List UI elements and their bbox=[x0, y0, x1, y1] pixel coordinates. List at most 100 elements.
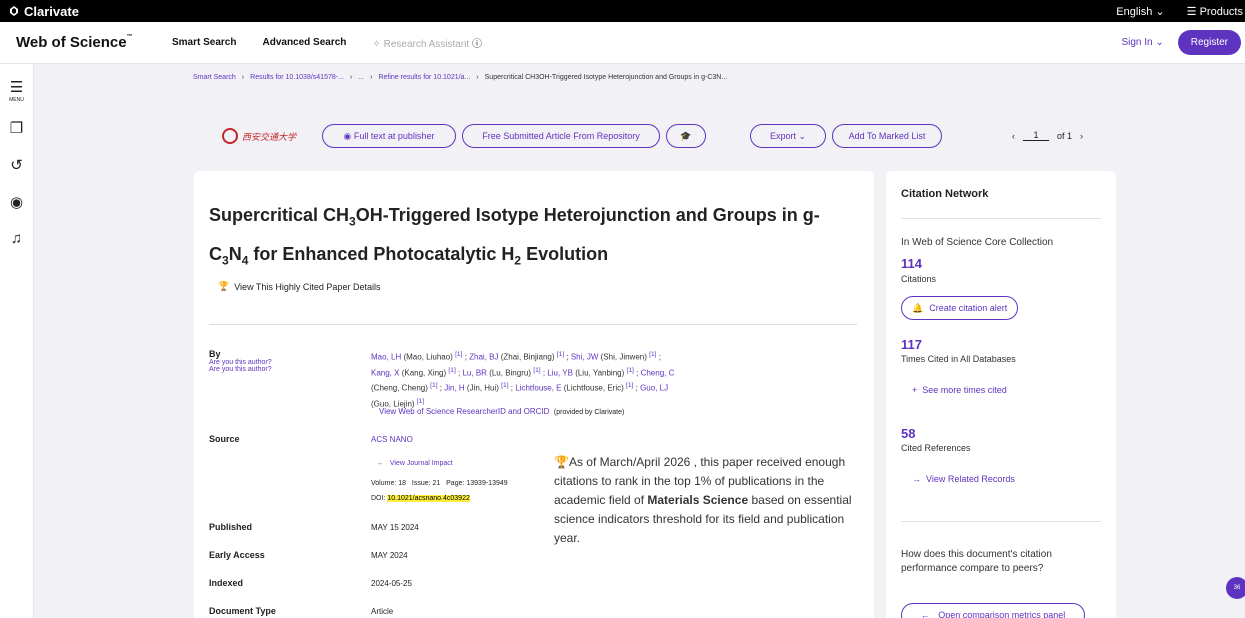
repository-button[interactable]: 🎓 bbox=[666, 124, 706, 148]
trophy-icon: 🏆 bbox=[218, 281, 230, 291]
times-cited-count[interactable]: 117 bbox=[901, 337, 922, 352]
doi-value[interactable]: 10.1021/acsnano.4c03922 bbox=[387, 495, 470, 502]
bell-icon: 🔔 bbox=[912, 302, 924, 313]
affiliation-marker[interactable]: [1] bbox=[417, 398, 424, 405]
divider bbox=[901, 521, 1101, 522]
author-link[interactable]: Lichtfouse, E bbox=[515, 384, 561, 393]
highly-cited-note: 🏆As of March/April 2026 , this paper rec… bbox=[554, 455, 852, 545]
trophy-icon: 🏆 bbox=[554, 455, 569, 469]
citations-count[interactable]: 114 bbox=[901, 256, 922, 271]
affiliation-marker[interactable]: [1] bbox=[501, 382, 508, 389]
next-page-icon[interactable]: › bbox=[1080, 131, 1083, 141]
clarivate-icon bbox=[10, 6, 18, 16]
sign-in-menu[interactable]: Sign In ⌄ bbox=[1121, 37, 1163, 48]
university-logo[interactable]: 西安交通大学 bbox=[222, 128, 322, 144]
language-select[interactable]: English ⌄ bbox=[1116, 5, 1164, 18]
are-you-author-text: Are you this author? bbox=[209, 359, 272, 366]
alerts-button[interactable]: ♫ bbox=[0, 220, 34, 257]
sign-in-label: Sign In bbox=[1121, 37, 1153, 48]
nav-smart-search[interactable]: Smart Search bbox=[172, 37, 236, 48]
author-link[interactable]: Shi, JW bbox=[571, 353, 599, 362]
profile-button[interactable]: ◉ bbox=[0, 183, 34, 220]
menu-button[interactable]: ☰ MENU bbox=[0, 72, 34, 109]
author-fullname: (Jin, Hui) bbox=[466, 383, 499, 393]
affiliation-marker[interactable]: [1] bbox=[448, 367, 455, 374]
author-fullname: (Mao, Liuhao) bbox=[403, 352, 453, 362]
full-text-label: Full text at publisher bbox=[353, 131, 435, 141]
notification-badge[interactable]: 36 bbox=[1226, 577, 1245, 599]
menu-icon: ☰ bbox=[9, 79, 24, 96]
add-marked-list-button[interactable]: Add To Marked List bbox=[832, 124, 942, 148]
affiliation-marker[interactable]: [1] bbox=[627, 367, 634, 374]
author-fullname: (Lu, Bingru) bbox=[489, 368, 531, 378]
indexed-label: Indexed bbox=[209, 578, 244, 588]
source-journal[interactable]: ACS NANO bbox=[371, 435, 413, 444]
breadcrumb-refine[interactable]: Refine results for 10.1021/a... bbox=[378, 74, 470, 81]
author-link[interactable]: Lu, BR bbox=[462, 368, 486, 377]
researcher-id-link[interactable]: View Web of Science ResearcherID and ORC… bbox=[379, 407, 549, 416]
cited-references-count[interactable]: 58 bbox=[901, 426, 915, 441]
full-text-button[interactable]: ◉ Full text at publisher bbox=[322, 124, 456, 148]
author-link[interactable]: Jin, H bbox=[444, 384, 464, 393]
wos-logo[interactable]: Web of Science™ bbox=[16, 34, 172, 51]
products-menu[interactable]: ☰ Products bbox=[1187, 5, 1243, 18]
nav-research-assistant[interactable]: ✧ Research Assistant ⓘ bbox=[372, 35, 482, 50]
register-button[interactable]: Register bbox=[1177, 30, 1241, 55]
history-button[interactable]: ↺ bbox=[0, 146, 34, 183]
export-button[interactable]: Export ⌄ bbox=[750, 124, 826, 148]
affiliation-marker[interactable]: [1] bbox=[430, 382, 437, 389]
are-you-author-link[interactable]: Are you this author? Are you this author? bbox=[209, 359, 272, 373]
clarivate-logo[interactable]: Clarivate bbox=[8, 4, 79, 19]
author-link[interactable]: Mao, LH bbox=[371, 353, 401, 362]
open-comparison-panel-button[interactable]: ← Open comparison metrics panel bbox=[901, 603, 1085, 618]
nav-advanced-search[interactable]: Advanced Search bbox=[262, 37, 346, 48]
published-label: Published bbox=[209, 522, 253, 532]
affiliation-marker[interactable]: [1] bbox=[557, 351, 564, 358]
page-input[interactable]: 1 bbox=[1023, 130, 1049, 141]
record-title: Supercritical CH3OH-Triggered Isotype He… bbox=[209, 205, 820, 268]
breadcrumb-results[interactable]: Results for 10.1038/s41578-... bbox=[250, 74, 344, 81]
create-citation-alert-button[interactable]: 🔔 Create citation alert bbox=[901, 296, 1019, 320]
breadcrumb-smart-search[interactable]: Smart Search bbox=[193, 74, 236, 81]
free-submitted-button[interactable]: Free Submitted Article From Repository bbox=[462, 124, 660, 148]
author-link[interactable]: Guo, LJ bbox=[640, 384, 668, 393]
researcher-id-row: View Web of Science ResearcherID and ORC… bbox=[379, 407, 624, 416]
author-link[interactable]: Liu, YB bbox=[547, 368, 573, 377]
early-access-date: MAY 2024 bbox=[371, 551, 408, 560]
journal-impact-link[interactable]: ← View Journal Impact bbox=[377, 460, 453, 467]
view-related-records-link[interactable]: → View Related Records bbox=[912, 474, 1015, 484]
affiliation-marker[interactable]: [1] bbox=[533, 367, 540, 374]
prev-page-icon[interactable]: ‹ bbox=[1012, 131, 1015, 141]
breadcrumb-current: Supercritical CH3OH-Triggered Isotype He… bbox=[484, 74, 728, 81]
view-related-label: View Related Records bbox=[926, 474, 1015, 484]
core-collection-label: In Web of Science Core Collection bbox=[901, 237, 1054, 248]
info-icon[interactable]: ⓘ bbox=[472, 39, 482, 50]
affiliation-marker[interactable]: [1] bbox=[455, 351, 462, 358]
author-link[interactable]: Cheng, C bbox=[641, 368, 675, 377]
author-link[interactable]: Zhai, BJ bbox=[469, 353, 498, 362]
chevron-down-icon: ⌄ bbox=[1155, 5, 1165, 18]
author-link[interactable]: Kang, X bbox=[371, 368, 399, 377]
wos-logo-text: Web of Science bbox=[16, 34, 127, 51]
see-more-label: See more times cited bbox=[922, 385, 1007, 395]
top-bar: Clarivate English ⌄ ☰ Products bbox=[0, 0, 1245, 22]
highly-cited-link[interactable]: 🏆 View This Highly Cited Paper Details bbox=[218, 281, 380, 292]
see-more-times-cited-link[interactable]: + See more times cited bbox=[912, 385, 1007, 395]
research-assistant-label: Research Assistant bbox=[383, 39, 470, 50]
bookmark-icon: ❐ bbox=[9, 119, 24, 137]
affiliation-marker[interactable]: [1] bbox=[649, 351, 656, 358]
journal-impact-label: View Journal Impact bbox=[389, 460, 453, 467]
source-label: Source bbox=[209, 434, 240, 444]
indexed-date: 2024-05-25 bbox=[371, 579, 412, 588]
author-fullname: (Cheng, Cheng) bbox=[371, 383, 428, 393]
divider bbox=[901, 218, 1101, 219]
bell-icon: ♫ bbox=[10, 230, 23, 247]
by-label: By bbox=[209, 349, 221, 359]
record-pager: ‹ 1 of 1 › bbox=[1012, 130, 1083, 141]
published-date: MAY 15 2024 bbox=[371, 523, 419, 532]
affiliation-marker[interactable]: [1] bbox=[626, 382, 633, 389]
times-cited-label: Times Cited in All Databases bbox=[901, 354, 1016, 364]
marked-list-button[interactable]: ❐ bbox=[0, 109, 34, 146]
record-actions: 西安交通大学 ◉ Full text at publisher Free Sub… bbox=[222, 124, 948, 148]
breadcrumb-more[interactable]: ... bbox=[358, 74, 364, 81]
